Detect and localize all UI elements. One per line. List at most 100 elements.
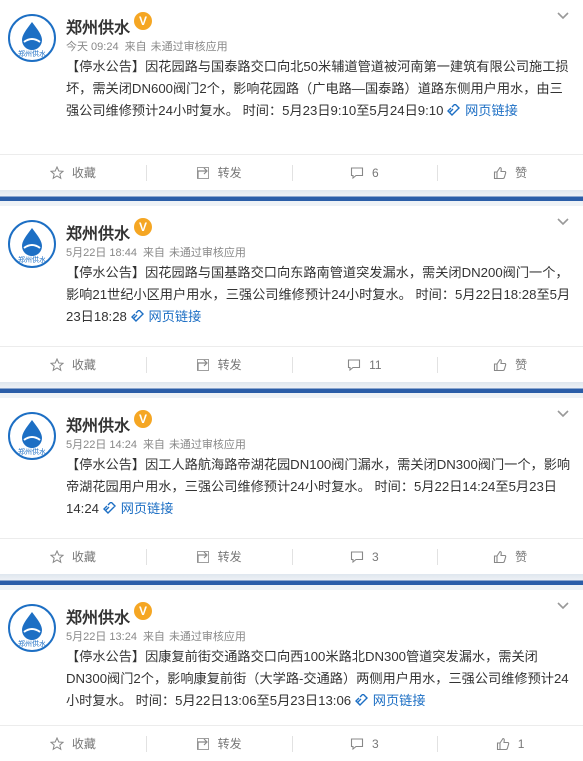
repost-label: 转发 (217, 737, 242, 751)
source-label: 来自 (142, 439, 165, 451)
like-label: 赞 (515, 358, 528, 372)
water-drop-logo-icon: 郑州供水 (11, 607, 53, 649)
svg-text:郑州供水: 郑州供水 (18, 639, 46, 648)
post-meta: 今天 09:24 来自 未通过审核应用 (66, 38, 228, 54)
chevron-down-icon[interactable] (555, 406, 571, 422)
avatar[interactable]: 郑州供水 (8, 604, 56, 652)
comment-button[interactable]: 3 (291, 539, 438, 574)
link-icon (447, 104, 461, 116)
repost-button[interactable]: 转发 (145, 347, 292, 382)
post-card: 郑州供水 郑州供水 V 今天 09:24 来自 未通过审核应用 【停水公告】因花园路… (0, 0, 583, 190)
thumbs-up-icon (494, 166, 507, 179)
post-text: 【停水公告】因花园路与国泰路交口向北50米辅道管道被河南第一建筑有限公司施工损坏… (66, 56, 574, 122)
thumbs-up-icon (494, 358, 507, 371)
web-link[interactable]: 网页链接 (354, 693, 426, 708)
like-label: 赞 (515, 166, 528, 180)
collect-label: 收藏 (71, 358, 96, 372)
account-name[interactable]: 郑州供水 (66, 412, 130, 436)
star-icon (49, 736, 64, 750)
source-app[interactable]: 未通过审核应用 (151, 41, 228, 53)
chevron-down-icon[interactable] (555, 214, 571, 230)
weibo-feed: 郑州供水 郑州供水 V 今天 09:24 来自 未通过审核应用 【停水公告】因花园路… (0, 0, 583, 761)
star-icon (49, 549, 64, 563)
verified-badge: V (134, 218, 152, 236)
verified-badge: V (134, 12, 152, 30)
repost-label: 转发 (217, 166, 242, 180)
link-icon (354, 694, 368, 706)
link-icon (102, 502, 116, 514)
source-label: 来自 (124, 41, 147, 53)
post-time[interactable]: 5月22日 13:24 (66, 631, 137, 643)
post-divider (0, 190, 583, 206)
comment-button[interactable]: 3 (291, 726, 438, 761)
like-button[interactable]: 赞 (437, 347, 583, 382)
verified-badge: V (134, 410, 152, 428)
source-app[interactable]: 未通过审核应用 (169, 439, 246, 451)
web-link[interactable]: 网页链接 (447, 103, 518, 118)
collect-button[interactable]: 收藏 (0, 539, 146, 574)
post-meta: 5月22日 14:24 来自 未通过审核应用 (66, 436, 246, 452)
comment-button[interactable]: 6 (291, 155, 438, 190)
avatar[interactable]: 郑州供水 (8, 412, 56, 460)
comment-count: 3 (372, 736, 379, 751)
repost-icon (196, 358, 209, 371)
post-card: 郑州供水 郑州供水 V 5月22日 18:44 来自 未通过审核应用 【停水公告】因… (0, 206, 583, 382)
repost-icon (196, 550, 209, 563)
source-app[interactable]: 未通过审核应用 (169, 631, 246, 643)
repost-label: 转发 (217, 550, 242, 564)
web-link[interactable]: 网页链接 (102, 501, 173, 516)
web-link[interactable]: 网页链接 (130, 309, 202, 324)
collect-label: 收藏 (71, 166, 96, 180)
source-app[interactable]: 未通过审核应用 (169, 247, 246, 259)
post-time[interactable]: 5月22日 14:24 (66, 439, 137, 451)
account-name[interactable]: 郑州供水 (66, 14, 130, 38)
collect-button[interactable]: 收藏 (0, 726, 146, 761)
star-icon (49, 165, 64, 179)
post-time[interactable]: 5月22日 18:44 (66, 247, 137, 259)
collect-label: 收藏 (71, 550, 96, 564)
like-button[interactable]: 1 (437, 726, 583, 761)
collect-label: 收藏 (71, 737, 96, 751)
collect-button[interactable]: 收藏 (0, 155, 146, 190)
chevron-down-icon[interactable] (555, 8, 571, 24)
comment-icon (350, 737, 364, 750)
comment-icon (348, 358, 361, 371)
post-text: 【停水公告】因工人路航海路帝湖花园DN100阀门漏水，需关闭DN300阀门一个，… (66, 454, 574, 520)
avatar[interactable]: 郑州供水 (8, 220, 56, 268)
svg-text:郑州供水: 郑州供水 (18, 447, 46, 456)
comment-icon (350, 550, 364, 563)
post-card: 郑州供水 郑州供水 V 5月22日 13:24 来自 未通过审核应用 【停水公告】因… (0, 590, 583, 761)
avatar[interactable]: 郑州供水 (8, 14, 56, 62)
thumbs-up-icon (496, 737, 510, 750)
chevron-down-icon[interactable] (555, 598, 571, 614)
repost-button[interactable]: 转发 (145, 539, 292, 574)
account-name[interactable]: 郑州供水 (66, 220, 130, 244)
account-name[interactable]: 郑州供水 (66, 604, 130, 628)
repost-icon (196, 737, 209, 750)
thumbs-up-icon (494, 550, 507, 563)
post-time[interactable]: 今天 09:24 (66, 41, 119, 53)
water-drop-logo-icon: 郑州供水 (11, 17, 53, 59)
repost-button[interactable]: 转发 (145, 726, 292, 761)
repost-button[interactable]: 转发 (145, 155, 292, 190)
web-link-label: 网页链接 (148, 309, 202, 324)
post-card: 郑州供水 郑州供水 V 5月22日 14:24 来自 未通过审核应用 【停水公告】因… (0, 398, 583, 574)
like-count: 1 (517, 736, 525, 751)
svg-text:郑州供水: 郑州供水 (18, 255, 46, 264)
web-link-label: 网页链接 (372, 693, 426, 708)
comment-count: 11 (369, 357, 382, 372)
link-icon (130, 310, 144, 322)
repost-icon (196, 166, 209, 179)
like-button[interactable]: 赞 (437, 539, 583, 574)
like-label: 赞 (515, 550, 528, 564)
water-drop-logo-icon: 郑州供水 (11, 415, 53, 457)
web-link-label: 网页链接 (465, 103, 518, 118)
post-content: 【停水公告】因康复前街交通路交口向西100米路北DN300管道突发漏水，需关闭D… (66, 649, 569, 708)
like-button[interactable]: 赞 (437, 155, 583, 190)
verified-badge: V (134, 602, 152, 620)
comment-button[interactable]: 11 (291, 347, 438, 382)
post-actions: 收藏 转发 11 赞 (0, 346, 583, 382)
collect-button[interactable]: 收藏 (0, 347, 146, 382)
comment-count: 3 (372, 549, 379, 564)
star-icon (49, 357, 64, 371)
